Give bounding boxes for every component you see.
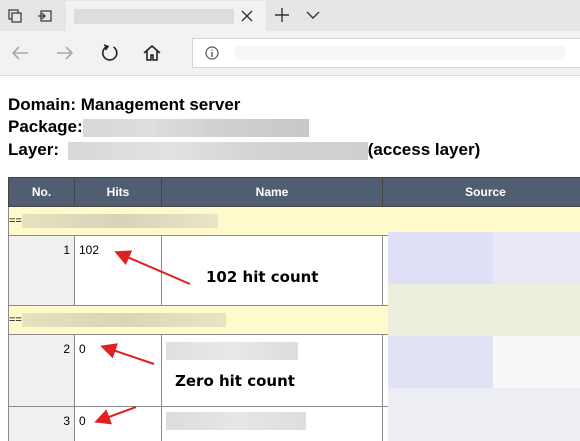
arrow-to-102 [114, 250, 191, 285]
arrow-to-row2-zero [100, 343, 155, 365]
arrow-to-row3-zero [94, 406, 137, 425]
annotation-arrows [94, 250, 191, 425]
